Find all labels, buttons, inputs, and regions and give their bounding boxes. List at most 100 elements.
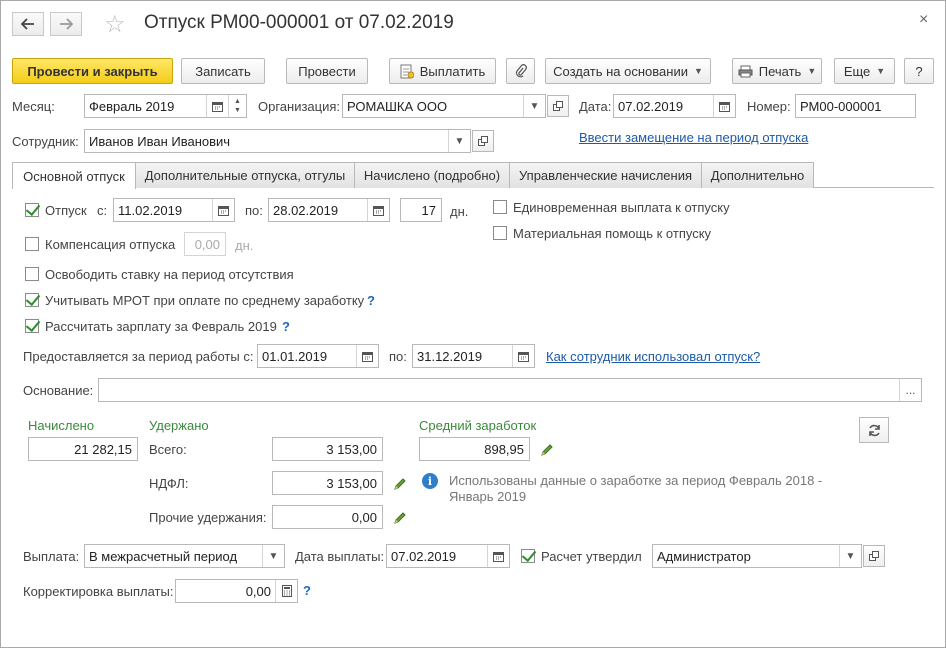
employee-label: Сотрудник:	[12, 134, 79, 149]
document-window: ☆ Отпуск РМ00-000001 от 07.02.2019 × Про…	[0, 0, 946, 648]
period-from-value: 01.01.2019	[262, 348, 328, 364]
calendar-icon[interactable]	[206, 95, 228, 117]
withheld-total-field: 3 153,00	[272, 437, 383, 461]
compensation-checkbox[interactable]	[25, 237, 39, 251]
vacation-days-field[interactable]: 17	[400, 198, 442, 222]
correction-help-icon[interactable]: ?	[303, 583, 311, 598]
edit-average-pencil-icon[interactable]	[540, 443, 554, 457]
document-pay-icon	[400, 64, 414, 78]
dropdown-arrow-icon[interactable]: ▼	[523, 95, 545, 117]
month-field[interactable]: Февраль 2019 ▲ ▼	[84, 94, 247, 118]
replacement-link[interactable]: Ввести замещение на период отпуска	[579, 130, 808, 145]
lump-sum-checkbox[interactable]	[493, 200, 507, 214]
refresh-icon	[868, 424, 880, 436]
chevron-down-icon: ▼	[876, 66, 886, 76]
date-field[interactable]: 07.02.2019	[613, 94, 736, 118]
month-spinner[interactable]: ▲ ▼	[228, 95, 246, 117]
date-value: 07.02.2019	[618, 98, 684, 114]
compensation-days-unit: дн.	[235, 238, 254, 253]
tab-accrued-detailed[interactable]: Начислено (подробно)	[354, 162, 510, 188]
vacation-usage-link[interactable]: Как сотрудник использовал отпуск?	[546, 349, 760, 364]
vacation-days-unit: дн.	[450, 204, 469, 219]
calendar-icon[interactable]	[212, 199, 234, 221]
spin-down-icon[interactable]: ▼	[234, 106, 241, 115]
payout-select[interactable]: В межрасчетный период ▼	[84, 544, 285, 568]
calendar-icon[interactable]	[713, 95, 735, 117]
approver-field[interactable]: Администратор ▼	[652, 544, 862, 568]
create-based-on-button[interactable]: Создать на основании ▼	[545, 58, 711, 84]
pay-button[interactable]: Выплатить	[389, 58, 496, 84]
spin-up-icon[interactable]: ▲	[234, 97, 241, 106]
period-from-field[interactable]: 01.01.2019	[257, 344, 379, 368]
dropdown-arrow-icon[interactable]: ▼	[839, 545, 861, 567]
tab-management-accruals[interactable]: Управленческие начисления	[509, 162, 702, 188]
chevron-down-icon: ▼	[693, 66, 703, 76]
edit-ndfl-pencil-icon[interactable]	[393, 477, 407, 491]
free-rate-checkbox[interactable]	[25, 267, 39, 281]
pay-date-field[interactable]: 07.02.2019	[386, 544, 510, 568]
accrued-field: 21 282,15	[28, 437, 138, 461]
help-button[interactable]: ?	[904, 58, 934, 84]
material-aid-label: Материальная помощь к отпуску	[513, 226, 712, 241]
post-and-close-button[interactable]: Провести и закрыть	[12, 58, 173, 84]
vacation-to-label: по:	[245, 203, 263, 218]
open-organization-button[interactable]	[547, 95, 569, 117]
calendar-icon[interactable]	[367, 199, 389, 221]
attach-button[interactable]	[506, 58, 535, 84]
open-approver-button[interactable]	[863, 545, 885, 567]
payout-value: В межрасчетный период	[89, 548, 238, 564]
info-icon: i	[422, 473, 438, 489]
vacation-to-field[interactable]: 28.02.2019	[268, 198, 390, 222]
dropdown-arrow-icon[interactable]: ▼	[262, 545, 284, 567]
other-withholdings-label: Прочие удержания:	[149, 510, 267, 525]
create-based-on-label: Создать на основании	[553, 63, 688, 79]
pay-date-label: Дата выплаты:	[295, 549, 385, 564]
correction-field[interactable]: 0,00	[175, 579, 298, 603]
dropdown-arrow-icon[interactable]: ▼	[448, 130, 470, 152]
close-icon[interactable]: ×	[919, 11, 928, 29]
vacation-checkbox[interactable]	[25, 203, 39, 217]
compensation-days-field[interactable]: 0,00	[184, 232, 226, 256]
organization-field[interactable]: РОМАШКА ООО ▼	[342, 94, 546, 118]
material-aid-checkbox[interactable]	[493, 226, 507, 240]
approved-checkbox[interactable]	[521, 549, 535, 563]
approved-label: Расчет утвердил	[541, 549, 642, 564]
employee-field[interactable]: Иванов Иван Иванович ▼	[84, 129, 471, 153]
back-button[interactable]	[12, 12, 44, 36]
lump-sum-label: Единовременная выплата к отпуску	[513, 200, 730, 215]
calc-salary-help-icon[interactable]: ?	[282, 319, 290, 334]
mrot-help-icon[interactable]: ?	[367, 293, 375, 308]
favorite-star-icon[interactable]: ☆	[104, 10, 126, 39]
calendar-icon[interactable]	[487, 545, 509, 567]
page-title: Отпуск РМ00-000001 от 07.02.2019	[144, 12, 454, 33]
post-button[interactable]: Провести	[286, 58, 368, 84]
tab-main-vacation[interactable]: Основной отпуск	[12, 162, 136, 189]
ndfl-field[interactable]: 3 153,00	[272, 471, 383, 495]
calendar-icon[interactable]	[512, 345, 534, 367]
basis-field[interactable]: ...	[98, 378, 922, 402]
period-to-field[interactable]: 31.12.2019	[412, 344, 535, 368]
vacation-from-field[interactable]: 11.02.2019	[113, 198, 235, 222]
calculator-icon[interactable]	[275, 580, 297, 602]
open-employee-button[interactable]	[472, 130, 494, 152]
pay-button-label: Выплатить	[419, 63, 486, 79]
tab-additional[interactable]: Дополнительно	[701, 162, 814, 188]
edit-other-pencil-icon[interactable]	[393, 511, 407, 525]
other-withholdings-field[interactable]: 0,00	[272, 505, 383, 529]
calendar-icon[interactable]	[356, 345, 378, 367]
period-label: Предоставляется за период работы с:	[23, 349, 254, 364]
print-button[interactable]: Печать ▼	[732, 58, 822, 84]
basis-select-button[interactable]: ...	[899, 379, 921, 401]
open-link-icon	[553, 101, 563, 111]
mrot-checkbox[interactable]	[25, 293, 39, 307]
calc-salary-checkbox[interactable]	[25, 319, 39, 333]
average-earnings-heading: Средний заработок	[419, 418, 537, 433]
open-link-icon	[869, 551, 879, 561]
refresh-button[interactable]	[859, 417, 889, 443]
save-button[interactable]: Записать	[181, 58, 265, 84]
number-field[interactable]: РМ00-000001	[795, 94, 916, 118]
more-button[interactable]: Еще ▼	[834, 58, 895, 84]
tab-additional-vacations[interactable]: Дополнительные отпуска, отгулы	[135, 162, 355, 188]
forward-button[interactable]	[50, 12, 82, 36]
arrow-left-icon	[21, 18, 34, 30]
